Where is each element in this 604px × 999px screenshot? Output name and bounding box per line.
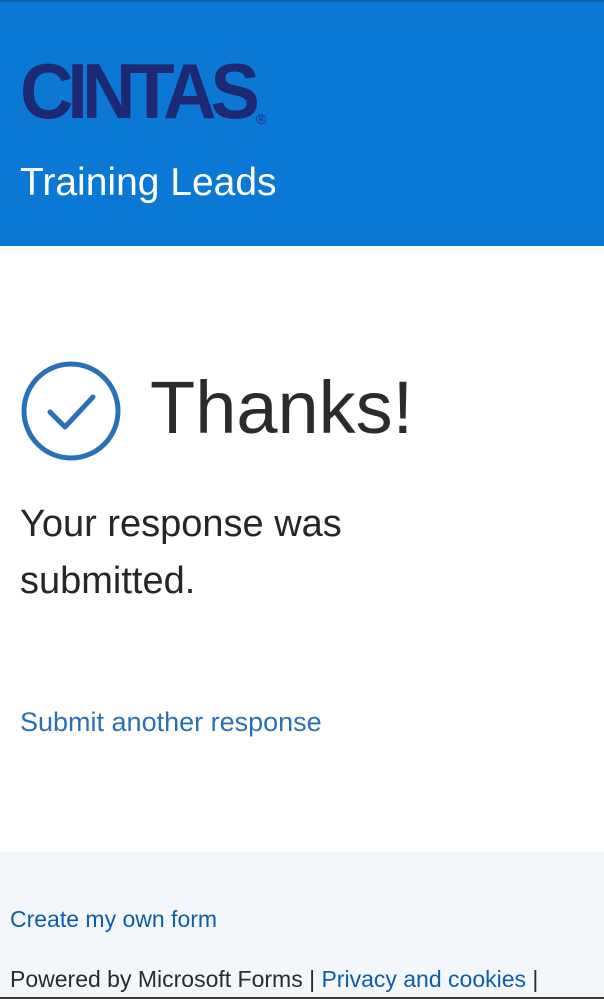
logo-registered-mark: ® — [256, 111, 267, 127]
footer-separator: | — [309, 966, 316, 992]
submitted-message: Your response was submitted. — [20, 503, 342, 602]
forms-confirmation-page: CINTAS ® Training Leads Thanks! Your res… — [0, 0, 604, 999]
footer-trailing-separator: | — [532, 966, 539, 992]
form-header: CINTAS ® Training Leads — [0, 0, 604, 246]
form-title: Training Leads — [20, 161, 277, 204]
footer-legal-line: Powered by Microsoft Forms | Privacy and… — [10, 962, 538, 996]
submit-another-response-link[interactable]: Submit another response — [20, 702, 322, 742]
privacy-and-cookies-link[interactable]: Privacy and cookies — [321, 966, 526, 992]
thanks-heading: Thanks! — [150, 366, 414, 449]
circle-check-icon — [21, 361, 121, 461]
cintas-logo: CINTAS ® — [20, 48, 267, 128]
confirmation-panel: Thanks! Your response was submitted. Sub… — [0, 246, 604, 852]
powered-by-text: Powered by Microsoft Forms — [10, 966, 303, 992]
create-my-own-form-link[interactable]: Create my own form — [10, 902, 217, 936]
forms-footer: Create my own form Powered by Microsoft … — [0, 852, 604, 999]
logo-wordmark: CINTAS — [20, 48, 257, 128]
